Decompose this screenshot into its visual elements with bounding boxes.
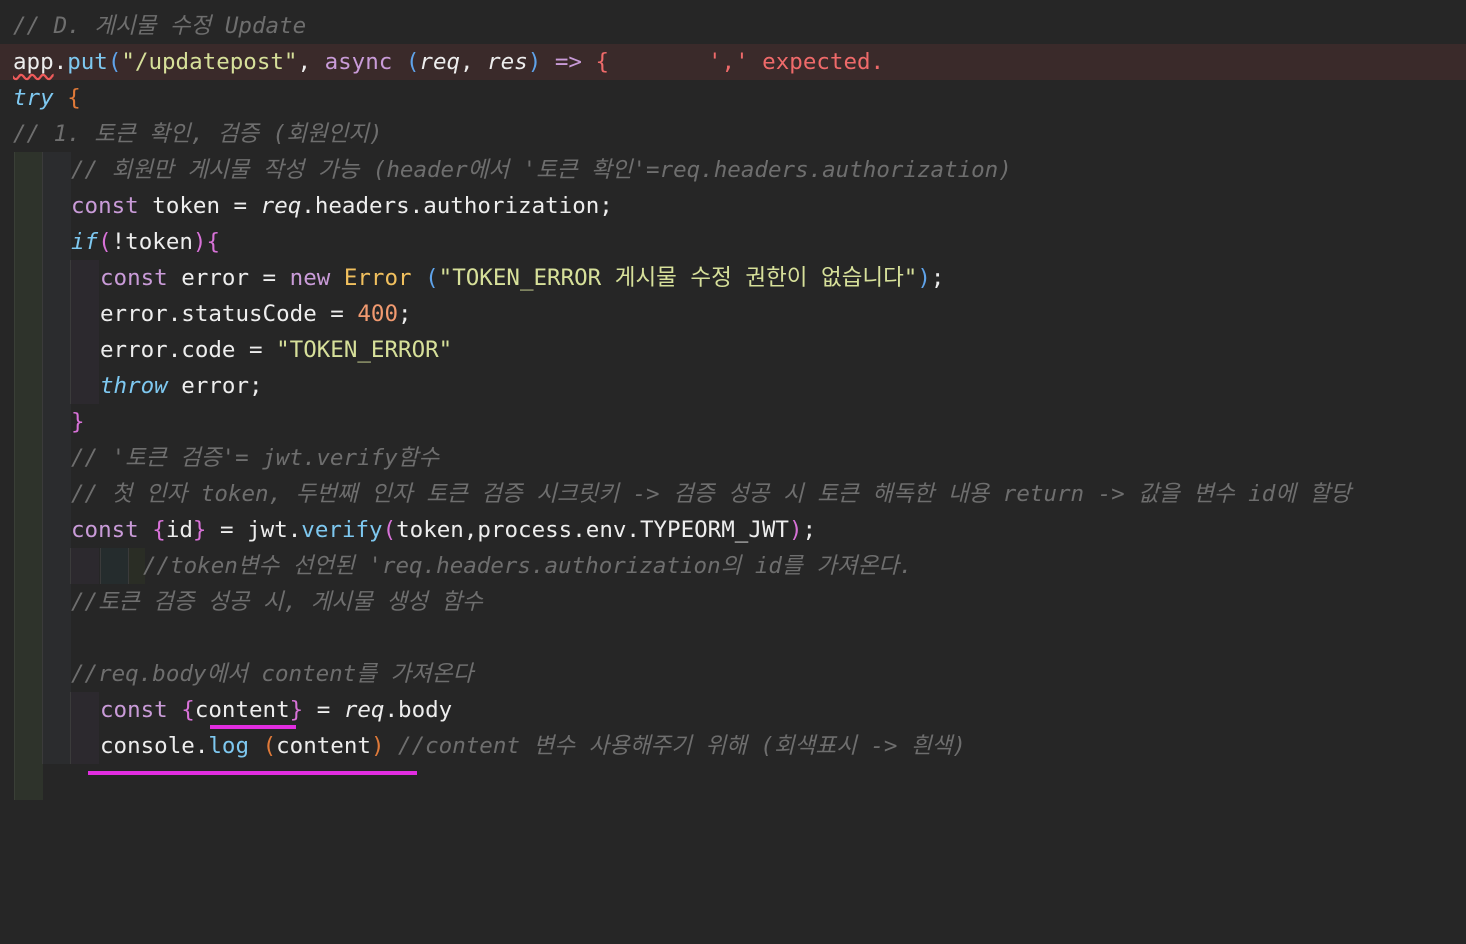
indent-guide	[42, 440, 71, 476]
indent-guide	[42, 368, 71, 404]
indent-guide	[14, 332, 43, 368]
indent-guide	[14, 440, 43, 476]
indent-guide	[14, 404, 43, 440]
code-line[interactable]: // 회원만 게시물 작성 가능 (header에서 '토큰 확인'=req.h…	[0, 152, 1466, 188]
highlight-underline	[210, 725, 296, 729]
indent-guide	[14, 224, 43, 260]
indent-guide	[42, 404, 71, 440]
code-line[interactable]: }	[0, 404, 1466, 440]
code-text: error.statusCode = 400;	[100, 301, 412, 327]
code-line[interactable]	[0, 620, 1466, 656]
code-line[interactable]: // 1. 토큰 확인, 검증 (회원인지)	[0, 116, 1466, 152]
code-line[interactable]: try {	[0, 80, 1466, 116]
code-text: error.code = "TOKEN_ERROR"	[100, 337, 453, 363]
indent-guide	[14, 656, 43, 692]
indent-guide	[70, 728, 99, 764]
indent-guide	[42, 656, 71, 692]
code-line[interactable]: //req.body에서 content를 가져온다	[0, 656, 1466, 692]
comment-text: //토큰 검증 성공 시, 게시물 생성 함수	[71, 589, 483, 615]
indent-guide	[70, 260, 99, 296]
diagnostic-message: ',' expected.	[708, 49, 885, 75]
indent-guide	[14, 584, 43, 620]
code-line[interactable]: // D. 게시물 수정 Update	[0, 8, 1466, 44]
code-line[interactable]: const token = req.headers.authorization;	[0, 188, 1466, 224]
indent-guide	[14, 728, 43, 764]
comment-text: // D. 게시물 수정 Update	[13, 13, 307, 39]
indent-guide	[42, 332, 71, 368]
indent-guide	[42, 152, 71, 188]
code-text: try {	[13, 85, 81, 111]
indent-guide	[14, 368, 43, 404]
indent-guide	[70, 332, 99, 368]
comment-text: //token변수 선언된 'req.headers.authorization…	[143, 553, 913, 579]
indent-guide	[14, 764, 43, 800]
code-text: console.log (content) //content 변수 사용해주기…	[100, 733, 966, 759]
comment-text: // 1. 토큰 확인, 검증 (회원인지)	[13, 121, 383, 147]
indent-guide	[14, 692, 43, 728]
indent-guide	[42, 188, 71, 224]
code-text: }	[71, 409, 85, 435]
indent-guide	[70, 692, 99, 728]
indent-guide	[42, 620, 71, 656]
comment-text: // '토큰 검증'= jwt.verify함수	[71, 445, 440, 471]
indent-guide	[14, 476, 43, 512]
indent-guide	[14, 548, 43, 584]
code-text: const {content} = req.body	[100, 697, 453, 723]
code-text: const error = new Error ("TOKEN_ERROR 게시…	[100, 265, 945, 291]
code-line[interactable]: const {id} = jwt.verify(token,process.en…	[0, 512, 1466, 548]
comment-text: //req.body에서 content를 가져온다	[71, 661, 474, 687]
code-line[interactable]: if(!token){	[0, 224, 1466, 260]
indent-guide	[70, 368, 99, 404]
indent-guide	[100, 548, 129, 584]
code-line[interactable]: //토큰 검증 성공 시, 게시물 생성 함수	[0, 584, 1466, 620]
code-line[interactable]: // 첫 인자 token, 두번째 인자 토큰 검증 시크릿키 -> 검증 성…	[0, 476, 1466, 512]
indent-guide	[42, 296, 71, 332]
code-line[interactable]: error.statusCode = 400;	[0, 296, 1466, 332]
indent-guide	[42, 692, 71, 728]
comment-text: // 첫 인자 token, 두번째 인자 토큰 검증 시크릿키 -> 검증 성…	[71, 481, 1351, 507]
indent-guide	[14, 188, 43, 224]
indent-guide	[14, 152, 43, 188]
code-text: app.put("/updatepost", async (req, res) …	[13, 49, 610, 75]
code-line[interactable]: console.log (content) //content 변수 사용해주기…	[0, 728, 1466, 764]
code-line[interactable]: const {content} = req.body	[0, 692, 1466, 728]
code-text: const {id} = jwt.verify(token,process.en…	[71, 517, 817, 543]
indent-guide	[70, 548, 99, 584]
code-line[interactable]: error.code = "TOKEN_ERROR"	[0, 332, 1466, 368]
indent-guide	[14, 260, 43, 296]
indent-guide	[70, 296, 99, 332]
code-text: if(!token){	[71, 229, 221, 255]
indent-guide	[42, 548, 71, 584]
indent-guide	[14, 620, 43, 656]
code-line[interactable]: // '토큰 검증'= jwt.verify함수	[0, 440, 1466, 476]
indent-guide	[42, 260, 71, 296]
code-line[interactable]: //token변수 선언된 'req.headers.authorization…	[0, 548, 1466, 584]
code-text: throw error;	[100, 373, 263, 399]
indent-guide	[14, 296, 43, 332]
indent-guide	[42, 476, 71, 512]
code-line-error[interactable]: app.put("/updatepost", async (req, res) …	[0, 44, 1466, 80]
highlight-underline	[88, 771, 417, 775]
code-line[interactable]: const error = new Error ("TOKEN_ERROR 게시…	[0, 260, 1466, 296]
indent-guide	[42, 584, 71, 620]
code-text: const token = req.headers.authorization;	[71, 193, 613, 219]
code-line[interactable]	[0, 764, 1466, 800]
indent-guide	[42, 728, 71, 764]
code-editor[interactable]: // D. 게시물 수정 Update app.put("/updatepost…	[0, 0, 1466, 800]
indent-guide	[42, 512, 71, 548]
code-line[interactable]: throw error;	[0, 368, 1466, 404]
indent-guide	[14, 512, 43, 548]
indent-guide	[42, 224, 71, 260]
comment-text: // 회원만 게시물 작성 가능 (header에서 '토큰 확인'=req.h…	[71, 157, 1012, 183]
